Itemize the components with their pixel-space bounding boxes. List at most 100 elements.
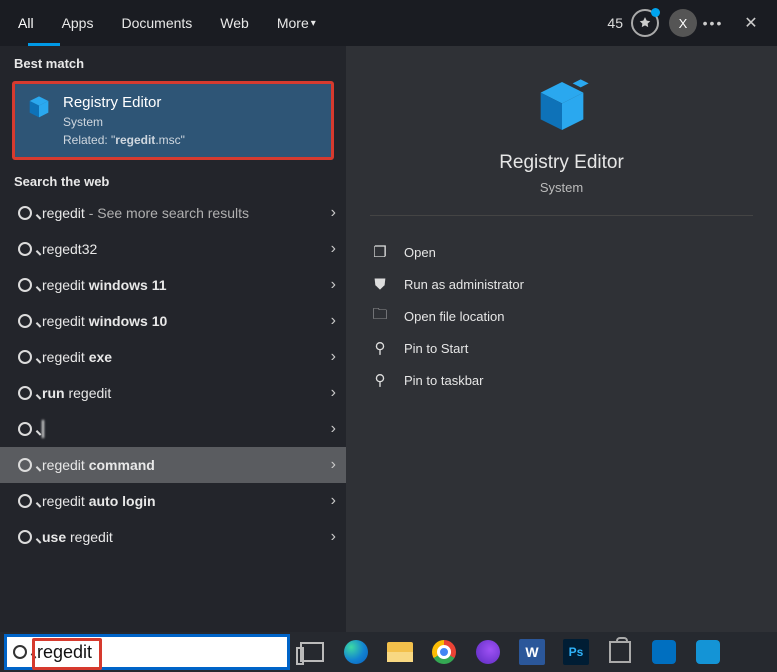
tab-apps[interactable]: Apps [48, 0, 108, 46]
tab-more[interactable]: More ▾ [263, 0, 330, 46]
web-suggestion[interactable]: regedt32› [0, 231, 346, 267]
search-tabs: All Apps Documents Web More ▾ 45 X ••• ✕ [0, 0, 777, 46]
pin-icon: ⚲ [370, 371, 390, 389]
chevron-right-icon: › [331, 528, 336, 546]
edge-button[interactable] [334, 632, 378, 672]
best-match-title: Registry Editor [63, 94, 185, 111]
folder-icon: 🗀 [370, 304, 390, 329]
tab-all[interactable]: All [4, 0, 48, 46]
web-suggestion[interactable]: regedit command› [0, 447, 346, 483]
search-input[interactable] [37, 642, 281, 663]
tab-web[interactable]: Web [206, 0, 263, 46]
web-suggestion[interactable]: › [0, 411, 346, 447]
web-suggestion[interactable]: regedit auto login› [0, 483, 346, 519]
action-open-location[interactable]: 🗀 Open file location [346, 300, 777, 332]
section-label-bestmatch: Best match [0, 46, 346, 77]
suggestion-text: regedt32 [42, 241, 331, 257]
taskbar: W Ps [0, 632, 777, 672]
suggestion-text: regedit auto login [42, 493, 331, 509]
registry-editor-large-icon [530, 74, 594, 138]
pin-icon: ⚲ [370, 339, 390, 357]
registry-editor-icon [25, 94, 53, 122]
suggestion-text: regedit exe [42, 349, 331, 365]
search-icon [18, 242, 42, 256]
explorer-button[interactable] [378, 632, 422, 672]
photoshop-button[interactable]: Ps [554, 632, 598, 672]
close-button[interactable]: ✕ [729, 13, 773, 33]
tab-label: More [277, 15, 309, 31]
search-icon [18, 422, 42, 436]
app2-button[interactable] [686, 632, 730, 672]
firefox-button[interactable] [466, 632, 510, 672]
web-suggestion[interactable]: use regedit› [0, 519, 346, 555]
chevron-right-icon: › [331, 492, 336, 510]
chevron-right-icon: › [331, 456, 336, 474]
web-suggestion[interactable]: regedit windows 11› [0, 267, 346, 303]
taskview-button[interactable] [290, 632, 334, 672]
store-button[interactable] [598, 632, 642, 672]
chevron-down-icon: ▾ [311, 18, 316, 29]
search-icon [18, 386, 42, 400]
tab-label: Documents [121, 15, 192, 31]
tab-label: All [18, 15, 34, 31]
photoshop-icon: Ps [563, 639, 589, 665]
search-icon [18, 278, 42, 292]
word-button[interactable]: W [510, 632, 554, 672]
action-pin-taskbar[interactable]: ⚲ Pin to taskbar [346, 364, 777, 396]
web-suggestion[interactable]: regedit - See more search results› [0, 195, 346, 231]
chevron-right-icon: › [331, 384, 336, 402]
suggestion-text: regedit command [42, 457, 331, 473]
user-avatar[interactable]: X [669, 9, 697, 37]
action-pin-start[interactable]: ⚲ Pin to Start [346, 332, 777, 364]
chevron-right-icon: › [331, 240, 336, 258]
search-icon [18, 314, 42, 328]
web-suggestion[interactable]: regedit windows 10› [0, 303, 346, 339]
web-suggestion[interactable]: regedit exe› [0, 339, 346, 375]
chevron-right-icon: › [331, 312, 336, 330]
action-open[interactable]: ❐ Open [346, 236, 777, 268]
chevron-right-icon: › [331, 420, 336, 438]
suggestion-text: regedit windows 10 [42, 313, 331, 329]
suggestion-text: regedit - See more search results [42, 205, 331, 221]
more-options-button[interactable]: ••• [697, 15, 729, 31]
web-suggestion[interactable]: run regedit› [0, 375, 346, 411]
taskbar-search[interactable] [4, 634, 290, 670]
search-icon [18, 458, 42, 472]
preview-subtitle: System [346, 180, 777, 195]
preview-title: Registry Editor [346, 152, 777, 174]
firefox-icon [476, 640, 500, 664]
results-panel: Best match Registry Editor System Relate… [0, 46, 346, 672]
best-match-related: Related: "regedit.msc" [63, 133, 185, 147]
chevron-right-icon: › [331, 276, 336, 294]
explorer-icon [387, 642, 413, 662]
search-icon [13, 645, 33, 659]
suggestion-text [42, 421, 331, 437]
action-run-admin[interactable]: ⛊ Run as administrator [346, 268, 777, 300]
app-icon [652, 640, 676, 664]
chrome-icon [432, 640, 456, 664]
admin-icon: ⛊ [370, 276, 390, 293]
open-icon: ❐ [370, 243, 390, 261]
suggestion-text: regedit windows 11 [42, 277, 331, 293]
store-icon [609, 641, 631, 663]
search-icon [18, 350, 42, 364]
chrome-button[interactable] [422, 632, 466, 672]
section-label-web: Search the web [0, 164, 346, 195]
suggestion-text: use regedit [42, 529, 331, 545]
search-icon [18, 530, 42, 544]
word-icon: W [519, 639, 545, 665]
rewards-points: 45 [607, 15, 623, 31]
tab-documents[interactable]: Documents [107, 0, 206, 46]
rewards-area[interactable]: 45 [607, 9, 659, 37]
tab-label: Web [220, 15, 249, 31]
best-match-item[interactable]: Registry Editor System Related: "regedit… [12, 81, 334, 160]
search-icon [18, 494, 42, 508]
search-icon [18, 206, 42, 220]
chevron-right-icon: › [331, 204, 336, 222]
tab-label: Apps [62, 15, 94, 31]
chevron-right-icon: › [331, 348, 336, 366]
taskview-icon [300, 642, 324, 662]
app-icon [696, 640, 720, 664]
app-button[interactable] [642, 632, 686, 672]
preview-panel: Registry Editor System ❐ Open ⛊ Run as a… [346, 46, 777, 672]
